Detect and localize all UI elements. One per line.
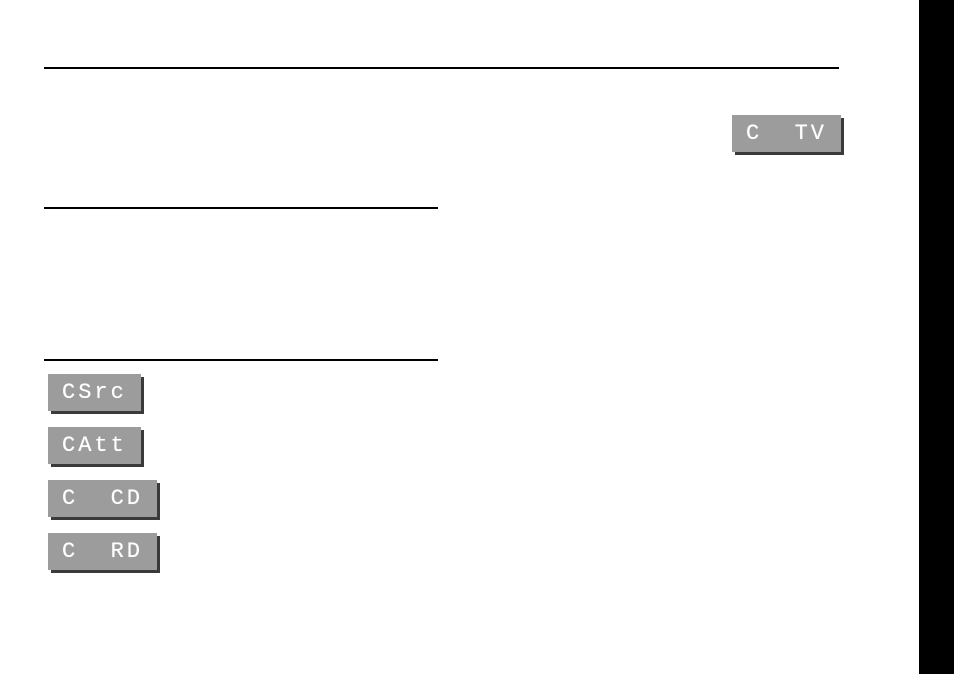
- badge-catt: CAtt: [48, 427, 141, 464]
- rule-top: [44, 67, 839, 69]
- badge-c-tv: C TV: [732, 115, 841, 152]
- right-black-strip: [919, 0, 954, 674]
- badge-c-rd: C RD: [48, 533, 157, 570]
- badge-csrc: CSrc: [48, 374, 141, 411]
- rule-lower: [44, 359, 438, 361]
- rule-mid: [44, 207, 438, 209]
- badge-c-cd: C CD: [48, 480, 157, 517]
